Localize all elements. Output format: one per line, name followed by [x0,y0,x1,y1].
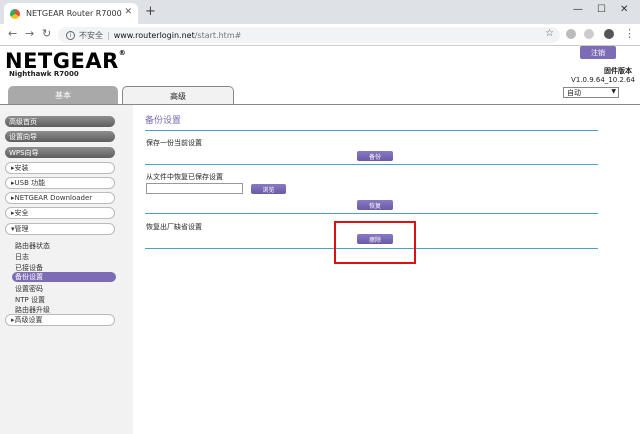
restore-button[interactable]: 恢复 [357,200,393,210]
sidebar-item-wps-wizard[interactable]: WPS向导 [5,147,115,158]
browse-button[interactable]: 浏览 [251,184,286,194]
highlight-annotation-box [334,221,416,264]
dropdown-arrow-icon: ▼ [611,88,616,95]
sidebar-item-usb[interactable]: ▸USB 功能 [5,177,115,189]
language-value: 自动 [567,88,581,97]
tab-close-icon[interactable]: ✕ [124,7,132,17]
menu-icon[interactable]: ⋮ [624,27,635,40]
backup-button[interactable]: 备份 [357,151,393,161]
language-select[interactable]: 自动 ▼ [563,87,619,98]
divider-restore [145,213,598,214]
browser-tab-bar: NETGEAR Router R7000 ✕ + — ☐ ✕ [0,0,640,24]
sidebar-sub-logs[interactable]: 日志 [15,252,29,262]
account-icon[interactable] [604,29,614,39]
restore-settings-label: 从文件中恢复已保存设置 [146,173,223,181]
firmware-version: V1.0.9.64_10.2.64 [571,76,635,84]
favicon-icon [10,8,20,19]
tab-title: NETGEAR Router R7000 [26,9,122,18]
bookmark-star-icon[interactable]: ☆ [545,28,554,39]
file-path-input[interactable] [146,183,243,194]
address-bar-row: ← → ↻ i 不安全 | www.routerlogin.net /start… [0,24,640,46]
extension-icon-2[interactable] [584,29,594,39]
forward-arrow-icon[interactable]: → [25,27,34,40]
registered-mark: ® [118,49,127,57]
logout-button[interactable]: 注销 [580,46,616,59]
page-title: 备份设置 [145,116,182,126]
save-settings-label: 保存一份当前设置 [146,139,202,147]
tab-advanced[interactable]: 高级 [122,86,234,105]
sidebar-sub-backup-settings[interactable]: 备份设置 [12,272,116,282]
minimize-button[interactable]: — [573,4,583,15]
sidebar-sub-router-status[interactable]: 路由器状态 [15,241,50,251]
sidebar-item-advanced-home[interactable]: 高级首页 [5,116,115,127]
maximize-button[interactable]: ☐ [597,4,606,15]
divider-top [145,130,598,131]
browser-tab[interactable]: NETGEAR Router R7000 ✕ [4,3,138,24]
divider-save [145,164,598,165]
firmware-label: 固件版本 [604,67,632,75]
sidebar-sub-ntp[interactable]: NTP 设置 [15,295,45,305]
model-name: Nighthawk R7000 [9,70,79,78]
tab-basic[interactable]: 基本 [8,86,118,104]
url-path: /start.htm# [194,30,242,40]
back-arrow-icon[interactable]: ← [8,27,17,40]
url-bar[interactable]: i 不安全 | www.routerlogin.net /start.htm# … [58,27,560,43]
factory-reset-label: 恢复出厂缺省设置 [146,223,202,231]
sidebar-item-setup[interactable]: ▸安装 [5,162,115,174]
sidebar-item-downloader[interactable]: ▸NETGEAR Downloader [5,192,115,204]
sidebar-item-advanced-setup[interactable]: ▸高级设置 [5,314,115,326]
url-separator: | [107,30,110,40]
reload-icon[interactable]: ↻ [42,27,51,40]
sidebar-item-security[interactable]: ▸安全 [5,207,115,219]
url-host: www.routerlogin.net [113,30,195,40]
info-icon[interactable]: i [66,30,75,40]
sidebar-sub-set-password[interactable]: 设置密码 [15,284,43,294]
sidebar-item-setup-wizard[interactable]: 设置向导 [5,131,115,142]
close-window-button[interactable]: ✕ [620,4,628,15]
sidebar-item-admin[interactable]: ▾管理 [5,223,115,235]
security-label: 不安全 [79,30,103,40]
extension-icon[interactable] [566,29,576,39]
new-tab-button[interactable]: + [145,4,156,19]
